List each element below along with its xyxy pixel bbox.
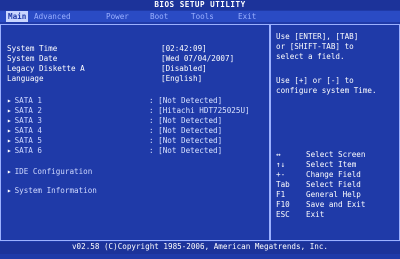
- submenu-arrow-icon: ▸: [7, 126, 12, 135]
- sata-5-value: : [Not Detected]: [149, 136, 223, 145]
- submenu-arrow-icon: ▸: [7, 167, 12, 176]
- sata-1-row[interactable]: ▸ SATA 1 : [Not Detected]: [7, 96, 222, 106]
- sata-6-label: SATA 6: [14, 146, 43, 155]
- sata-2-row[interactable]: ▸ SATA 2 : [Hitachi HDT725025U]: [7, 106, 250, 116]
- sata-2-label: SATA 2: [14, 106, 43, 115]
- submenu-arrow-icon: ▸: [7, 116, 12, 125]
- legend-key: ↑↓: [276, 160, 286, 169]
- sata-5-value-text: [Not Detected]: [158, 136, 223, 145]
- sata-1-value: : [Not Detected]: [149, 96, 223, 105]
- title-bar: BIOS SETUP UTILITY: [0, 0, 400, 10]
- legend-desc: Select Field: [306, 180, 361, 189]
- submenu-arrow-icon: ▸: [7, 186, 12, 195]
- sata-3-label: SATA 3: [14, 116, 43, 125]
- legacy-diskette-label: Legacy Diskette A: [7, 64, 85, 73]
- sata-3-value-text: [Not Detected]: [158, 116, 223, 125]
- sata-1-label: SATA 1: [14, 96, 43, 105]
- legend-item: ↑↓ Select Item: [276, 160, 356, 170]
- sata-3-value: : [Not Detected]: [149, 116, 223, 125]
- legacy-diskette-value[interactable]: [Disabled]: [161, 64, 207, 74]
- legend-desc: Exit: [306, 210, 325, 219]
- tab-exit[interactable]: Exit: [236, 11, 258, 22]
- legend-desc: General Help: [306, 190, 361, 199]
- sata-5-row[interactable]: ▸ SATA 5 : [Not Detected]: [7, 136, 222, 146]
- tab-boot[interactable]: Boot: [148, 11, 170, 22]
- sata-2-value: : [Hitachi HDT725025U]: [149, 106, 250, 115]
- system-date-row[interactable]: System Date [Wed 07/04/2007]: [7, 54, 234, 64]
- legend-key: +-: [276, 170, 286, 179]
- system-date-label: System Date: [7, 54, 58, 63]
- legend-desc: Change Field: [306, 170, 361, 179]
- system-information-label: System Information: [14, 186, 97, 195]
- sata-1-value-text: [Not Detected]: [158, 96, 223, 105]
- submenu-arrow-icon: ▸: [7, 106, 12, 115]
- sata-4-value-text: [Not Detected]: [158, 126, 223, 135]
- tab-advanced[interactable]: Advanced: [32, 11, 73, 22]
- language-row[interactable]: Language [English]: [7, 74, 202, 84]
- sata-4-value: : [Not Detected]: [149, 126, 223, 135]
- bios-title: BIOS SETUP UTILITY: [154, 0, 246, 9]
- legend-item: +- Change Field: [276, 170, 361, 180]
- sata-6-row[interactable]: ▸ SATA 6 : [Not Detected]: [7, 146, 222, 156]
- legend-item: F10 Save and Exit: [276, 200, 365, 210]
- legend-item: Tab Select Field: [276, 180, 361, 190]
- tab-power[interactable]: Power: [104, 11, 131, 22]
- system-information-item[interactable]: ▸ System Information: [7, 186, 97, 196]
- tab-main[interactable]: Main: [6, 11, 29, 22]
- tab-tools[interactable]: Tools: [189, 11, 216, 22]
- legend-item: ↔ Select Screen: [276, 150, 365, 160]
- sata-6-value: : [Not Detected]: [149, 146, 223, 155]
- sata-4-label: SATA 4: [14, 126, 43, 135]
- language-value[interactable]: [English]: [161, 74, 202, 84]
- legend-item: F1 General Help: [276, 190, 361, 200]
- sata-6-value-text: [Not Detected]: [158, 146, 223, 155]
- ide-configuration-label: IDE Configuration: [14, 167, 93, 176]
- sata-3-row[interactable]: ▸ SATA 3 : [Not Detected]: [7, 116, 222, 126]
- help-text-1: Use [ENTER], [TAB] or [SHIFT-TAB] to sel…: [276, 32, 359, 61]
- legend-desc: Select Screen: [306, 150, 366, 159]
- legend-key: ↔: [276, 150, 281, 159]
- language-label: Language: [7, 74, 44, 83]
- footer-copyright: v02.58 (C)Copyright 1985-2006, American …: [0, 242, 400, 254]
- system-time-label: System Time: [7, 44, 58, 53]
- ide-configuration-item[interactable]: ▸ IDE Configuration: [7, 167, 92, 177]
- legacy-diskette-row[interactable]: Legacy Diskette A [Disabled]: [7, 64, 207, 74]
- legend-key: F10: [276, 200, 290, 209]
- sata-5-label: SATA 5: [14, 136, 43, 145]
- legend-item: ESC Exit: [276, 210, 324, 220]
- legend-desc: Select Item: [306, 160, 357, 169]
- system-date-value[interactable]: [Wed 07/04/2007]: [161, 54, 234, 64]
- legend-key: ESC: [276, 210, 290, 219]
- system-time-value[interactable]: [02:42:09]: [161, 44, 207, 54]
- sata-4-row[interactable]: ▸ SATA 4 : [Not Detected]: [7, 126, 222, 136]
- legend-desc: Save and Exit: [306, 200, 366, 209]
- help-text-2: Use [+] or [-] to configure system Time.: [276, 76, 377, 95]
- sata-2-value-text: [Hitachi HDT725025U]: [158, 106, 250, 115]
- legend-key: F1: [276, 190, 286, 199]
- submenu-arrow-icon: ▸: [7, 146, 12, 155]
- top-menu-bar: Main Advanced Power Boot Tools Exit: [0, 11, 400, 22]
- legend-key: Tab: [276, 180, 290, 189]
- settings-panel: System Time [02:42:09] System Date [Wed …: [0, 24, 270, 241]
- submenu-arrow-icon: ▸: [7, 96, 12, 105]
- submenu-arrow-icon: ▸: [7, 136, 12, 145]
- system-time-row[interactable]: System Time [02:42:09]: [7, 44, 207, 54]
